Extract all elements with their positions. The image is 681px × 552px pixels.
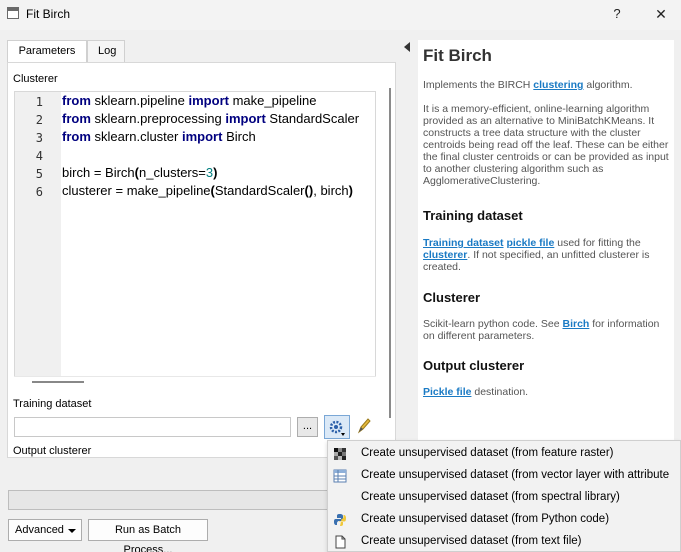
line-number: 2 — [35, 113, 43, 127]
help-output-text: Pickle file destination. — [423, 386, 529, 398]
create-dataset-menu: Create unsupervised dataset (from featur… — [327, 440, 681, 552]
training-dataset-input[interactable] — [14, 417, 291, 437]
window-icon — [7, 7, 19, 19]
help-output-heading: Output clusterer — [423, 358, 525, 373]
output-clusterer-label: Output clusterer — [13, 445, 92, 457]
file-icon — [335, 535, 346, 549]
advanced-label: Advanced — [15, 524, 64, 536]
tab-log[interactable]: Log — [87, 40, 125, 62]
line-number: 3 — [35, 131, 43, 145]
close-button[interactable]: ✕ — [648, 3, 674, 25]
help-clusterer-text: Scikit-learn python code. See Birch for … — [423, 318, 660, 342]
menu-item-python-code[interactable]: Create unsupervised dataset (from Python… — [328, 509, 680, 531]
line-number: 6 — [35, 185, 43, 199]
clusterer-label: Clusterer — [13, 73, 58, 85]
line-number-gutter: 1 2 3 4 5 6 — [15, 92, 61, 385]
code-line: from sklearn.preprocessing import Standa… — [62, 111, 360, 126]
run-batch-button[interactable]: Run as Batch Process... — [88, 519, 208, 552]
clustering-link[interactable]: clustering — [533, 79, 583, 91]
menu-item-label: Create unsupervised dataset (from featur… — [361, 447, 614, 459]
window-title: Fit Birch — [26, 7, 71, 21]
clusterer-link[interactable]: clusterer — [423, 249, 467, 261]
line-number: 5 — [35, 167, 43, 181]
scrollbar-thumb[interactable] — [32, 381, 84, 383]
collapse-arrow-icon[interactable] — [404, 42, 410, 52]
table-icon — [333, 469, 347, 483]
browse-button[interactable]: ... — [297, 417, 318, 437]
help-clusterer-heading: Clusterer — [423, 290, 481, 305]
help-button[interactable]: ? — [606, 3, 628, 25]
advanced-button[interactable]: Advanced — [8, 519, 82, 541]
training-dataset-label: Training dataset — [13, 398, 92, 410]
pickle-file-link[interactable]: pickle file — [506, 237, 554, 249]
menu-item-spectral-library[interactable]: Create unsupervised dataset (from spectr… — [328, 487, 680, 509]
line-number: 1 — [35, 95, 43, 109]
help-panel: Fit Birch Implements the BIRCH clusterin… — [418, 40, 674, 440]
chevron-down-icon — [68, 529, 76, 533]
pickle-file-link-output[interactable]: Pickle file — [423, 386, 471, 398]
pencil-icon[interactable] — [356, 417, 372, 435]
raster-icon — [334, 448, 346, 460]
menu-item-label: Create unsupervised dataset (from vector… — [361, 469, 670, 481]
birch-link[interactable]: Birch — [563, 318, 590, 330]
help-intro: Implements the BIRCH clustering algorith… — [423, 79, 633, 91]
create-dataset-button[interactable] — [324, 415, 350, 439]
menu-item-label: Create unsupervised dataset (from Python… — [361, 513, 610, 525]
code-line: from sklearn.pipeline import make_pipeli… — [62, 93, 317, 108]
code-line: birch = Birch(n_clusters=3) — [62, 165, 218, 180]
gear-icon — [329, 420, 345, 436]
progress-bar — [8, 490, 328, 510]
help-training-heading: Training dataset — [423, 208, 523, 223]
menu-item-label: Create unsupervised dataset (from text f… — [361, 535, 582, 547]
help-training-text: Training dataset pickle file used for fi… — [423, 237, 650, 273]
menu-item-text-file[interactable]: Create unsupervised dataset (from text f… — [328, 531, 680, 551]
code-line: clusterer = make_pipeline(StandardScaler… — [62, 183, 353, 198]
python-icon — [334, 514, 346, 526]
code-line: from sklearn.cluster import Birch — [62, 129, 256, 144]
training-dataset-link[interactable]: Training dataset — [423, 237, 504, 249]
title-bar: Fit Birch ? ✕ — [0, 0, 681, 30]
menu-item-feature-raster[interactable]: Create unsupervised dataset (from featur… — [328, 443, 680, 465]
line-number: 4 — [35, 149, 43, 163]
tab-parameters[interactable]: Parameters — [7, 40, 87, 63]
menu-item-vector-layer[interactable]: Create unsupervised dataset (from vector… — [328, 465, 680, 487]
editor-horizontal-scrollbar[interactable] — [14, 376, 376, 386]
help-title: Fit Birch — [423, 46, 492, 65]
menu-item-label: Create unsupervised dataset (from spectr… — [361, 491, 620, 503]
code-editor[interactable]: 1 2 3 4 5 6 from sklearn.pipeline import… — [14, 91, 376, 386]
panel-scrollbar-thumb[interactable] — [389, 88, 391, 418]
help-description: It is a memory-efficient, online-learnin… — [423, 103, 669, 187]
